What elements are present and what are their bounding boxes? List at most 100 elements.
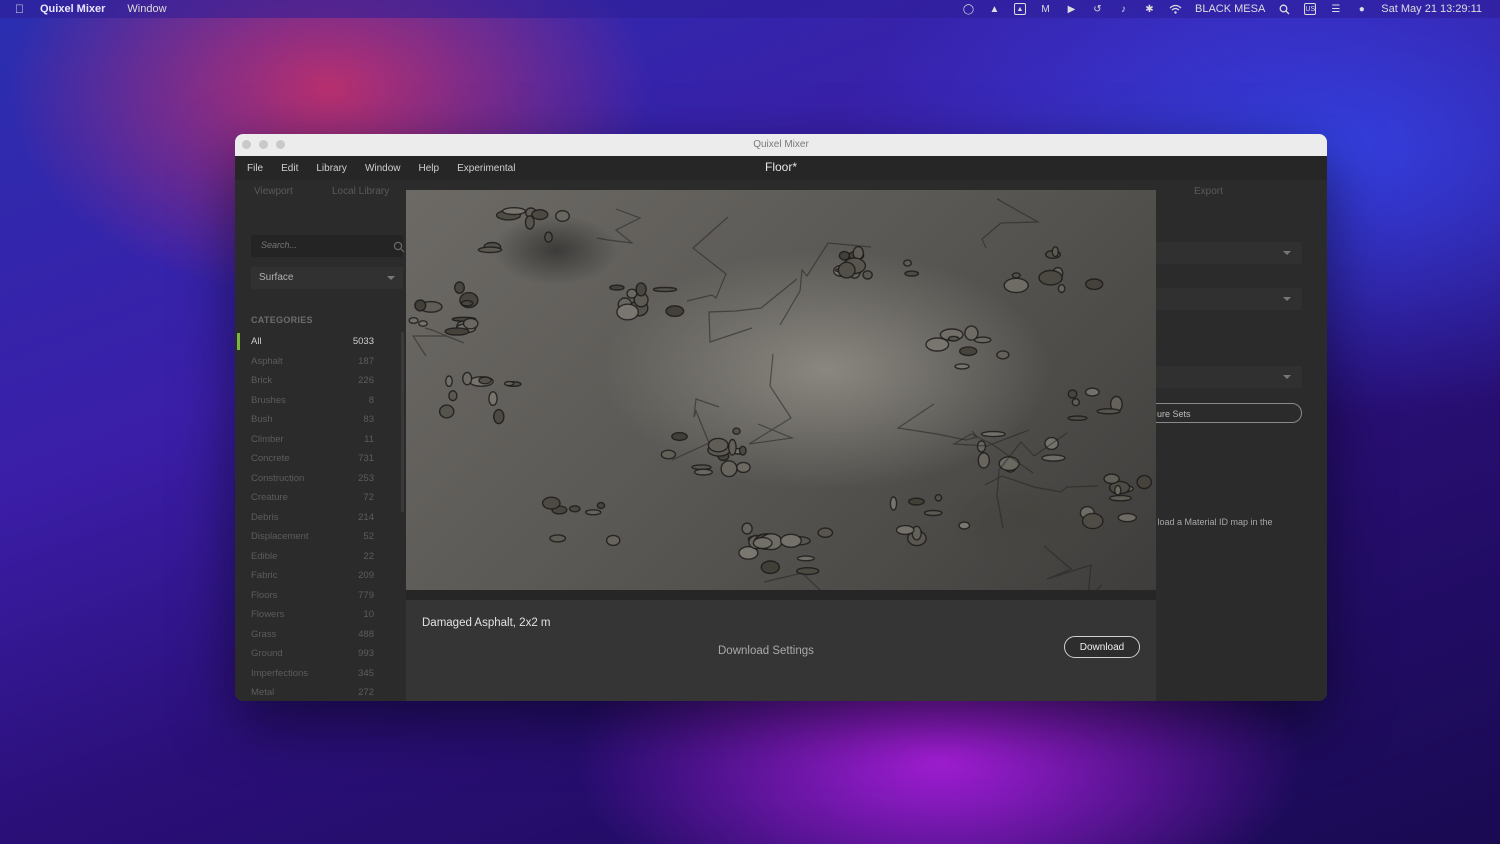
- category-name: Displacement: [251, 531, 309, 542]
- category-count: 52: [363, 531, 374, 542]
- export-dropdown-1[interactable]: [1156, 242, 1302, 264]
- export-panel: ure Sets n load a Material ID map in the: [1146, 204, 1327, 701]
- category-item[interactable]: Flowers 10: [235, 605, 405, 625]
- category-item[interactable]: Concrete 731: [235, 449, 405, 469]
- category-item[interactable]: Asphalt 187: [235, 352, 405, 372]
- bluetooth-icon[interactable]: ✱: [1143, 4, 1156, 15]
- category-item[interactable]: Creature 72: [235, 488, 405, 508]
- window-titlebar: Quixel Mixer: [235, 134, 1327, 156]
- malwarebytes-icon[interactable]: M: [1039, 4, 1052, 15]
- category-name: Bush: [251, 414, 273, 425]
- category-item[interactable]: Metal 272: [235, 683, 405, 701]
- time-machine-icon[interactable]: ↺: [1091, 4, 1104, 15]
- category-list: All 5033 Asphalt 187 Brick 226 Brushes 8 Bush 83 C…: [235, 332, 405, 701]
- category-name: Fabric: [251, 570, 278, 581]
- category-item[interactable]: Floors 779: [235, 586, 405, 606]
- category-name: Edible: [251, 550, 278, 562]
- category-item[interactable]: Grass 488: [235, 625, 405, 645]
- menu-experimental[interactable]: Experimental: [457, 163, 515, 174]
- preview-divider: [406, 590, 1156, 600]
- download-button[interactable]: Download: [1064, 636, 1140, 658]
- category-name: Climber: [251, 433, 284, 445]
- input-source-icon[interactable]: US: [1304, 3, 1317, 15]
- category-item[interactable]: All 5033: [235, 332, 405, 352]
- category-name: Grass: [251, 628, 277, 640]
- minimize-window-button[interactable]: [259, 140, 268, 149]
- menubar-app-name[interactable]: Quixel Mixer: [40, 3, 105, 15]
- close-window-button[interactable]: [242, 140, 251, 149]
- category-count: 731: [358, 453, 374, 464]
- tab-export[interactable]: Export: [1194, 186, 1223, 197]
- category-item[interactable]: Brushes 8: [235, 391, 405, 411]
- category-item[interactable]: Brick 226: [235, 371, 405, 391]
- category-scrollbar[interactable]: [401, 332, 404, 512]
- category-count: 993: [358, 648, 374, 659]
- category-count: 22: [363, 550, 374, 562]
- search-input[interactable]: [259, 239, 383, 251]
- asphalt-texture-graphic: [408, 198, 1153, 590]
- traffic-lights: [242, 140, 285, 149]
- menu-file[interactable]: File: [247, 163, 263, 174]
- category-count: 10: [363, 609, 374, 620]
- asset-name: Damaged Asphalt, 2x2 m: [422, 617, 551, 629]
- chevron-down-icon: [1283, 375, 1291, 379]
- creative-cloud-icon[interactable]: ◯: [962, 4, 975, 15]
- category-count: 214: [358, 511, 374, 523]
- category-name: Concrete: [251, 453, 290, 464]
- wifi-icon[interactable]: [1169, 4, 1182, 15]
- asset-preview-dialog: Damaged Asphalt, 2x2 m Download Settings…: [406, 190, 1156, 701]
- category-count: 253: [358, 472, 374, 484]
- category-item[interactable]: Bush 83: [235, 410, 405, 430]
- category-item[interactable]: Edible 22: [235, 547, 405, 567]
- zoom-window-button[interactable]: [276, 140, 285, 149]
- menu-library[interactable]: Library: [316, 163, 347, 174]
- category-name: All: [251, 336, 262, 347]
- export-dropdown-3[interactable]: [1156, 366, 1302, 388]
- asset-preview-image: [406, 190, 1156, 590]
- tab-viewport[interactable]: Viewport: [254, 186, 293, 197]
- media-play-icon[interactable]: ▶: [1065, 4, 1078, 15]
- menu-window[interactable]: Window: [365, 163, 401, 174]
- menu-edit[interactable]: Edit: [281, 163, 298, 174]
- app-tray-icon[interactable]: ▲: [988, 4, 1001, 15]
- category-item[interactable]: Imperfections 345: [235, 664, 405, 684]
- category-name: Floors: [251, 589, 278, 601]
- tab-local-library[interactable]: Local Library: [332, 186, 389, 197]
- category-name: Imperfections: [251, 667, 309, 679]
- control-center-icon[interactable]: ☰: [1329, 4, 1342, 15]
- search-icon[interactable]: [393, 240, 405, 253]
- category-count: 488: [358, 628, 374, 640]
- app-menu-bar: File Edit Library Window Help Experiment…: [235, 156, 1327, 180]
- category-item[interactable]: Construction 253: [235, 469, 405, 489]
- menu-help[interactable]: Help: [419, 163, 440, 174]
- category-item[interactable]: Debris 214: [235, 508, 405, 528]
- category-count: 272: [358, 687, 374, 698]
- category-count: 209: [358, 570, 374, 581]
- category-count: 8: [368, 394, 374, 406]
- category-item[interactable]: Fabric 209: [235, 566, 405, 586]
- category-item[interactable]: Displacement 52: [235, 527, 405, 547]
- category-count: 11: [364, 433, 374, 445]
- computer-name[interactable]: BLACK MESA: [1195, 3, 1265, 15]
- category-name: Ground: [251, 648, 283, 659]
- volume-icon[interactable]: ♪: [1117, 4, 1130, 15]
- menubar-clock[interactable]: Sat May 21 13:29:11: [1381, 3, 1482, 15]
- category-name: Construction: [251, 472, 305, 484]
- export-dropdown-2[interactable]: [1156, 288, 1302, 310]
- category-name: Metal: [251, 687, 275, 698]
- category-name: Asphalt: [251, 355, 283, 367]
- apple-icon[interactable]: : [15, 3, 25, 15]
- surface-type-select[interactable]: Surface: [251, 267, 403, 289]
- download-settings-link[interactable]: Download Settings: [718, 645, 814, 657]
- menubar-window-menu[interactable]: Window: [127, 3, 166, 15]
- category-name: Debris: [251, 511, 279, 523]
- texture-sets-button[interactable]: ure Sets: [1146, 403, 1302, 423]
- category-count: 5033: [352, 336, 374, 347]
- category-item[interactable]: Climber 11: [235, 430, 405, 450]
- category-item[interactable]: Ground 993: [235, 644, 405, 664]
- surface-select-value: Surface: [259, 272, 294, 283]
- window-manager-icon[interactable]: ▲: [1013, 3, 1026, 15]
- spotlight-search-icon[interactable]: [1278, 4, 1291, 15]
- siri-icon[interactable]: ●: [1355, 4, 1368, 15]
- category-name: Brushes: [251, 394, 286, 406]
